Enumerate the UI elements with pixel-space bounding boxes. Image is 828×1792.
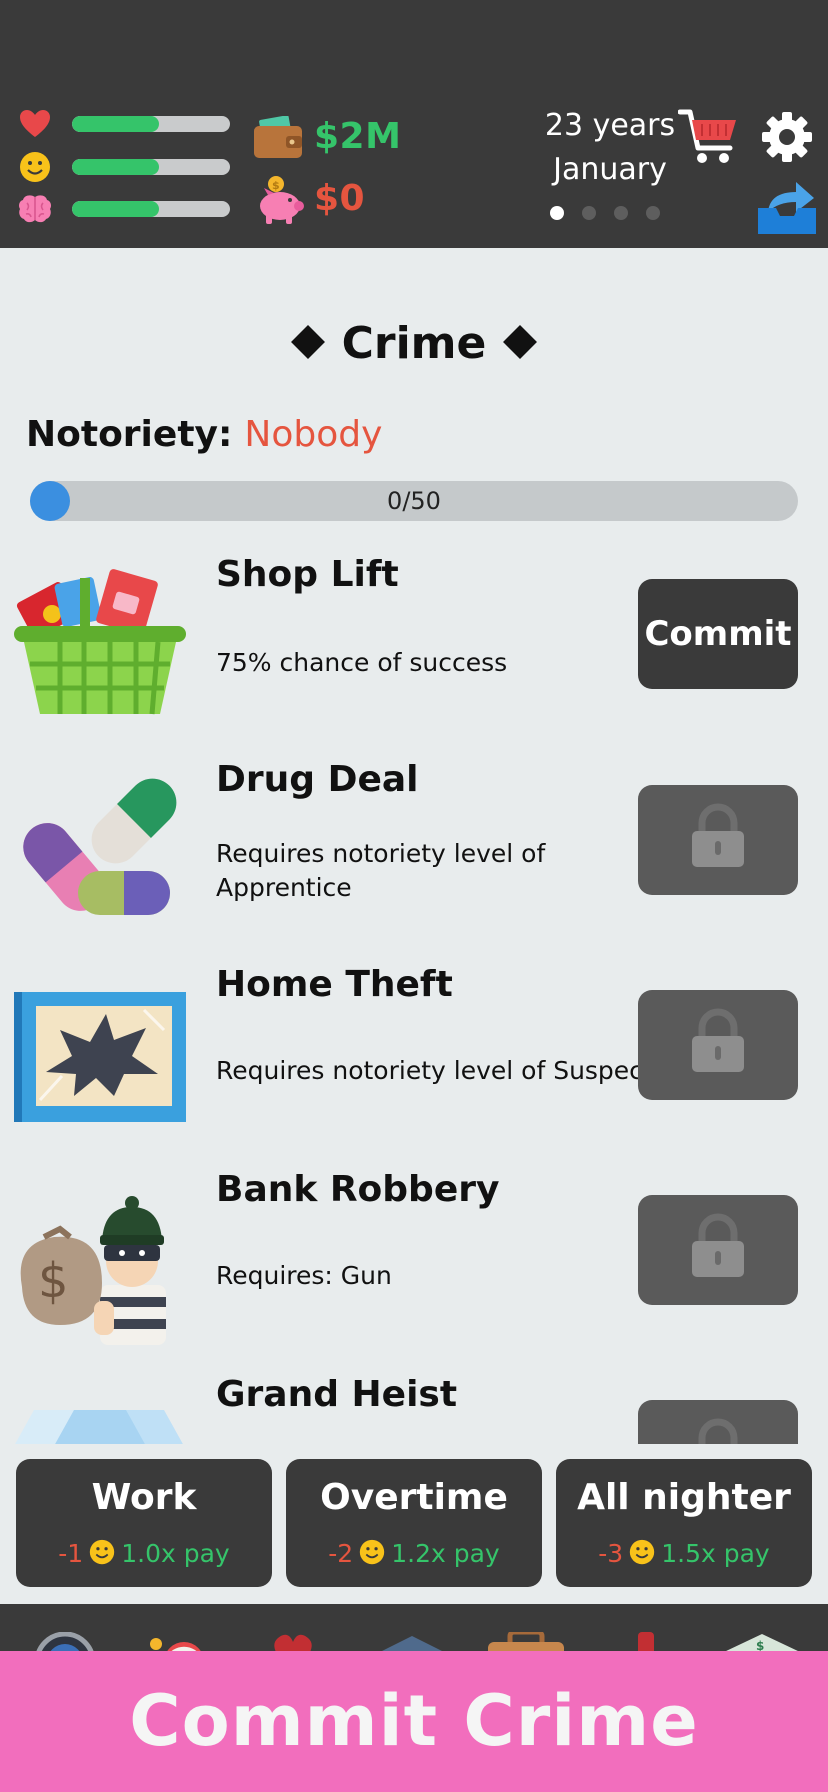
pills-icon	[14, 765, 186, 937]
page-indicator	[550, 206, 670, 220]
locked-button[interactable]	[638, 1195, 798, 1305]
crime-item-grand-heist: Grand Heist	[0, 1360, 828, 1444]
smiley-icon	[629, 1539, 655, 1571]
work-effects: -2 1.2x pay	[286, 1539, 542, 1571]
lock-icon	[690, 803, 746, 878]
smarts-stat	[18, 193, 230, 225]
crime-name: Bank Robbery	[216, 1169, 500, 1210]
notoriety-row: Notoriety: Nobody	[26, 414, 382, 455]
crime-description: Requires notoriety level of Apprentice	[216, 839, 546, 902]
heart-icon	[18, 108, 52, 140]
robber-icon: $	[14, 1175, 186, 1347]
cash-amount: $2M	[314, 116, 402, 157]
pay-multiplier: 1.2x pay	[391, 1539, 500, 1568]
happiness-change: -1	[58, 1539, 84, 1568]
section-title: Crime	[0, 318, 828, 369]
shopping-cart-icon	[677, 109, 740, 172]
notoriety-value: Nobody	[244, 414, 383, 455]
settings-button[interactable]	[760, 110, 814, 168]
search-icon[interactable]	[30, 1631, 100, 1652]
crime-name: Shop Lift	[216, 554, 399, 595]
commit-crime-button[interactable]: Commit Crime	[0, 1651, 828, 1792]
crime-description: Requires notoriety level of Suspect	[216, 1056, 653, 1085]
gear-icon	[760, 112, 814, 168]
crime-description: Requires: Gun	[216, 1261, 392, 1290]
lock-icon	[690, 1213, 746, 1288]
weather-icon[interactable]	[140, 1632, 210, 1652]
age-text: 23 years	[544, 108, 676, 143]
pay-multiplier: 1.5x pay	[661, 1539, 770, 1568]
smarts-bar	[72, 201, 230, 217]
month-text: January	[553, 152, 667, 187]
broken-window-icon	[14, 970, 186, 1142]
work-effects: -1 1.0x pay	[16, 1539, 272, 1571]
smiley-icon	[359, 1539, 385, 1571]
notoriety-label: Notoriety:	[26, 414, 233, 455]
bottom-nav: $	[0, 1604, 828, 1652]
progress-text: 0/50	[387, 487, 441, 515]
locked-button[interactable]	[638, 1400, 798, 1444]
all-nighter-button[interactable]: All nighter -3 1.5x pay	[556, 1459, 812, 1587]
crime-item-shop-lift: Shop Lift 75% chance of success Commit	[0, 540, 828, 745]
house-icon[interactable]	[372, 1632, 452, 1652]
crime-item-bank-robbery: $ Bank Robbery Requires: Gun	[0, 1155, 828, 1360]
age-display: 23 years January	[540, 104, 680, 192]
notoriety-progress-bar: 0/50	[30, 481, 798, 521]
happiness-change: -3	[598, 1539, 624, 1568]
svg-text:$: $	[272, 179, 280, 192]
page-dot-3[interactable]	[614, 206, 628, 220]
health-stat	[18, 108, 230, 140]
shop-button[interactable]	[677, 106, 740, 172]
smiley-icon	[18, 151, 52, 183]
work-title: All nighter	[577, 1477, 791, 1518]
pay-multiplier: 1.0x pay	[121, 1539, 230, 1568]
happiness-change: -2	[328, 1539, 354, 1568]
briefcase-icon[interactable]	[486, 1629, 566, 1652]
lock-icon	[690, 1418, 746, 1444]
locked-button[interactable]	[638, 785, 798, 895]
page-dot-4[interactable]	[646, 206, 660, 220]
savings-display: $ $0	[250, 174, 410, 224]
page-dot-1[interactable]	[550, 206, 564, 220]
crime-name: Home Theft	[216, 964, 453, 1005]
work-button[interactable]: Work -1 1.0x pay	[16, 1459, 272, 1587]
work-effects: -3 1.5x pay	[556, 1539, 812, 1571]
tie-icon[interactable]	[626, 1632, 666, 1652]
diamond-icon	[290, 325, 325, 359]
diamond-icon	[503, 325, 538, 359]
bank-icon[interactable]: $	[722, 1632, 802, 1652]
work-title: Overtime	[320, 1477, 508, 1518]
crime-title-text: Crime	[341, 318, 487, 369]
crime-item-drug-deal: Drug Deal Requires notoriety level of Ap…	[0, 745, 828, 950]
crime-name: Grand Heist	[216, 1374, 458, 1415]
share-icon	[756, 182, 818, 240]
crime-list[interactable]: Shop Lift 75% chance of success Commit D…	[0, 540, 828, 1444]
shopping-basket-icon	[14, 560, 186, 732]
share-button[interactable]	[756, 174, 818, 240]
work-title: Work	[91, 1477, 197, 1518]
locked-button[interactable]	[638, 990, 798, 1100]
crime-name: Drug Deal	[216, 759, 419, 800]
crime-description: 75% chance of success	[216, 648, 508, 677]
happiness-stat	[18, 151, 230, 183]
status-header: $2M $ $0 23 years January	[0, 0, 828, 248]
heart-icon[interactable]	[258, 1632, 328, 1652]
gold-bars-icon	[14, 1380, 186, 1444]
lock-icon	[690, 1008, 746, 1083]
overtime-button[interactable]: Overtime -2 1.2x pay	[286, 1459, 542, 1587]
brain-icon	[18, 193, 52, 225]
commit-button[interactable]: Commit	[638, 579, 798, 689]
piggy-bank-icon: $	[254, 174, 306, 230]
savings-amount: $0	[314, 178, 366, 219]
page-dot-2[interactable]	[582, 206, 596, 220]
cash-display: $2M	[250, 112, 410, 162]
health-bar	[72, 116, 230, 132]
smiley-icon	[89, 1539, 115, 1571]
crime-item-home-theft: Home Theft Requires notoriety level of S…	[0, 950, 828, 1155]
wallet-icon	[252, 115, 304, 164]
svg-text:$: $	[38, 1253, 69, 1309]
happiness-bar	[72, 159, 230, 175]
